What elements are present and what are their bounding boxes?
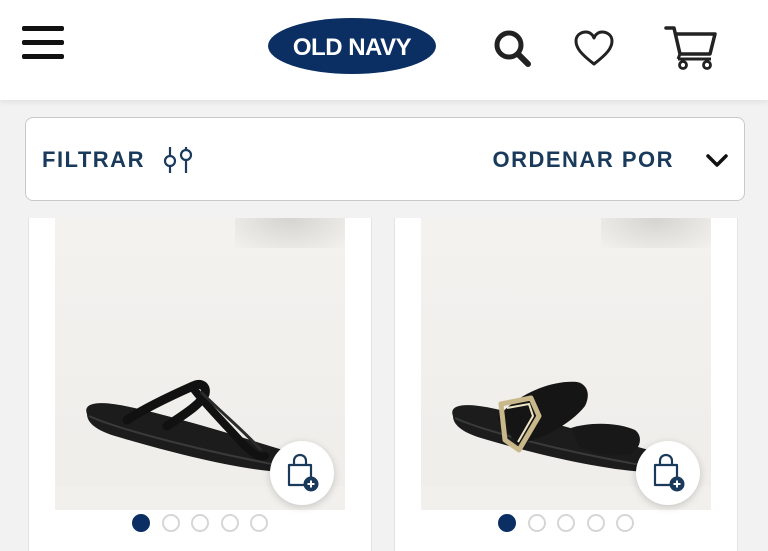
sort-dropdown[interactable]: ORDENAR POR (492, 140, 730, 180)
filter-button[interactable]: FILTRAR (42, 140, 195, 180)
product-card[interactable] (394, 218, 738, 551)
swatch-dot[interactable] (132, 514, 150, 532)
color-swatches (498, 514, 646, 532)
chevron-down-icon (704, 150, 730, 170)
sort-label: ORDENAR POR (492, 147, 674, 172)
search-icon[interactable] (492, 28, 532, 68)
swatch-dot[interactable] (161, 514, 180, 532)
heart-icon[interactable] (573, 30, 615, 68)
swatch-dot[interactable] (191, 514, 209, 532)
cart-icon[interactable] (664, 24, 718, 70)
add-to-bag-button[interactable] (636, 441, 700, 505)
logo-text: OLD NAVY (293, 34, 412, 61)
product-card[interactable] (28, 218, 372, 551)
product-grid (0, 218, 768, 551)
swatch-dot[interactable] (616, 514, 634, 532)
swatch-dot[interactable] (527, 514, 546, 532)
swatch-dot[interactable] (220, 514, 239, 532)
color-swatches (132, 514, 280, 532)
old-navy-logo[interactable]: OLD NAVY (268, 18, 436, 74)
add-to-bag-button[interactable] (270, 441, 334, 505)
swatch-dot[interactable] (498, 514, 516, 532)
swatch-dot[interactable] (250, 514, 268, 532)
hamburger-menu-icon[interactable] (22, 26, 68, 66)
sliders-icon (161, 143, 195, 177)
filter-sort-bar: FILTRAR ORDENAR POR (25, 117, 745, 201)
swatch-dot[interactable] (557, 514, 575, 532)
filter-label: FILTRAR (42, 147, 145, 172)
swatch-dot[interactable] (586, 514, 605, 532)
top-header: OLD NAVY (0, 0, 768, 100)
